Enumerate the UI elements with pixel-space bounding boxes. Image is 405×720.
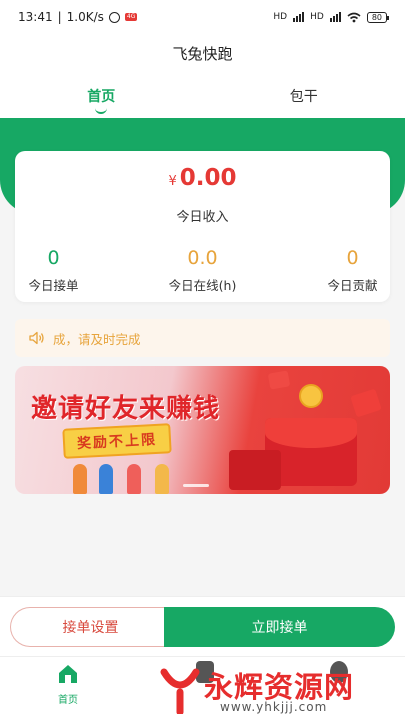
notification-badge: 4G xyxy=(124,13,138,21)
nav-item-home[interactable]: 首页 xyxy=(48,663,88,706)
person-figure xyxy=(155,464,169,494)
tab-home-label: 首页 xyxy=(87,89,116,105)
banner-pagination xyxy=(183,484,209,487)
speaker-icon xyxy=(29,331,44,345)
tab-baogan-label: 包干 xyxy=(289,89,318,105)
network-label-2: HD xyxy=(310,12,324,22)
home-icon xyxy=(59,665,77,683)
app-title-bar: 飞兔快跑 xyxy=(0,34,405,72)
invite-banner[interactable]: 邀请好友来赚钱 奖励不上限 xyxy=(15,366,390,494)
nav-item-orders[interactable] xyxy=(196,661,214,683)
bottom-nav: 首页 xyxy=(0,656,405,720)
stat-orders-value: 0 xyxy=(47,247,60,269)
status-right: HD HD 80 xyxy=(273,11,390,23)
accept-orders-button[interactable]: 立即接单 xyxy=(164,607,395,647)
stat-contribution-label: 今日贡献 xyxy=(327,278,378,293)
stat-orders: 0 今日接单 xyxy=(0,247,116,294)
tab-bar: 首页 包干 xyxy=(0,72,405,118)
notice-text: 成，请及时完成 xyxy=(53,331,141,347)
notice-bar[interactable]: 成，请及时完成 xyxy=(15,319,390,357)
stat-online-value: 0.0 xyxy=(187,247,218,269)
red-envelope-icon xyxy=(267,370,291,390)
stat-online-label: 今日在线(h) xyxy=(168,278,237,293)
page-title: 飞兔快跑 xyxy=(172,44,233,63)
network-speed: 1.0K/s xyxy=(66,10,104,24)
income-value: ¥0.00 xyxy=(15,165,390,191)
banner-title: 邀请好友来赚钱 xyxy=(31,394,221,424)
banner-subtitle: 奖励不上限 xyxy=(62,423,172,459)
alarm-icon xyxy=(108,11,120,23)
status-left: 13:41 | 1.0K/s 4G xyxy=(18,10,138,24)
stat-orders-label: 今日接单 xyxy=(28,278,79,293)
battery-indicator: 80 xyxy=(366,11,390,23)
income-amount: 0.00 xyxy=(179,165,237,191)
nav-item-profile[interactable] xyxy=(330,661,348,683)
status-bar: 13:41 | 1.0K/s 4G HD HD 80 xyxy=(0,0,405,34)
tab-baogan[interactable]: 包干 xyxy=(203,72,405,118)
network-label-1: HD xyxy=(273,12,288,22)
currency-symbol: ¥ xyxy=(168,174,177,189)
bottom-action-bar: 接单设置 立即接单 xyxy=(0,596,405,656)
red-envelope-icon-2 xyxy=(350,388,382,418)
coin-icon xyxy=(299,384,323,408)
status-separator: | xyxy=(57,10,62,24)
status-time: 13:41 xyxy=(18,10,53,24)
red-envelope-small-icon xyxy=(229,450,281,490)
tab-home[interactable]: 首页 xyxy=(0,72,203,118)
stat-online: 0.0 今日在线(h) xyxy=(140,247,265,294)
signal-icon-2 xyxy=(329,12,341,22)
person-figure xyxy=(127,464,141,494)
wifi-icon xyxy=(347,12,361,22)
income-label: 今日收入 xyxy=(176,210,229,225)
running-people-illustration xyxy=(69,458,209,494)
person-figure xyxy=(99,464,113,494)
signal-icon xyxy=(293,12,305,22)
nav-item-home-label: 首页 xyxy=(58,695,78,706)
stat-contribution-value: 0 xyxy=(346,247,359,269)
stat-contribution: 0 今日贡献 xyxy=(290,247,405,294)
tab-active-indicator xyxy=(95,108,108,114)
order-settings-button[interactable]: 接单设置 xyxy=(10,607,170,647)
person-figure xyxy=(73,464,87,494)
stats-card: ¥0.00 今日收入 0 今日接单 0.0 今日在线(h) 0 今日贡献 xyxy=(15,151,390,302)
